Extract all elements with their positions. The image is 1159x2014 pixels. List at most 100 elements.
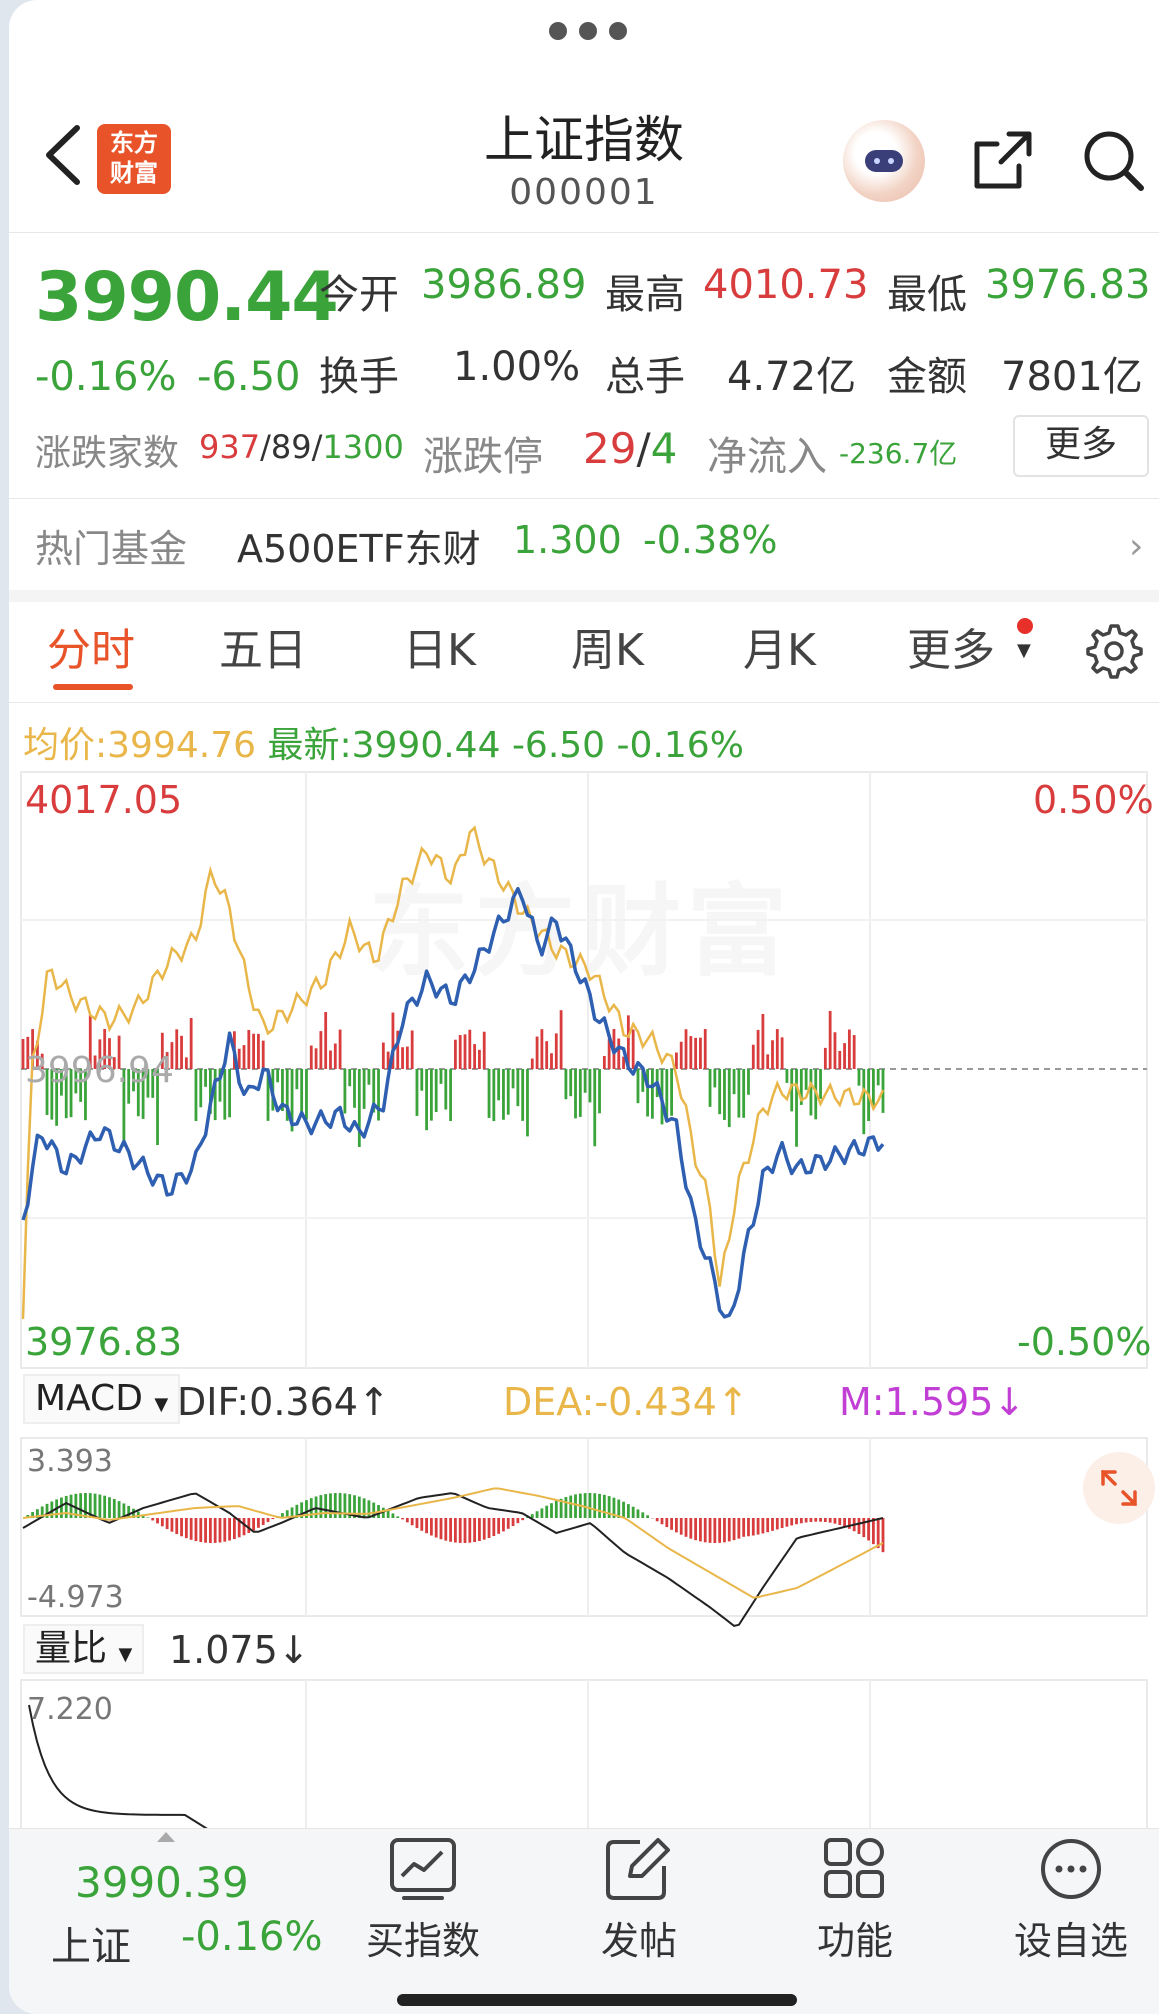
macd-bar — [401, 1518, 404, 1520]
breadth-flat: 89 — [270, 428, 312, 466]
macd-bar — [228, 1518, 231, 1541]
slash: / — [636, 424, 651, 473]
volume-bar — [583, 1069, 587, 1093]
volume-bar — [809, 1069, 813, 1116]
macd-histogram — [26, 1493, 885, 1553]
volume-bar — [401, 1047, 404, 1069]
search-icon[interactable] — [1079, 126, 1147, 194]
price-line — [21, 886, 885, 1319]
functions-button[interactable]: 功能 — [785, 1836, 925, 1965]
volume-bar — [348, 1069, 352, 1087]
volume-bar — [775, 1029, 779, 1069]
price-axis-min: 3976.83 — [25, 1320, 183, 1364]
macd-bar — [588, 1493, 592, 1518]
macd-bar — [194, 1518, 198, 1542]
macd-bar — [838, 1518, 842, 1526]
macd-bar — [636, 1509, 640, 1518]
volume-bar — [521, 1069, 525, 1121]
m-value: M:1.595↓ — [839, 1380, 1026, 1424]
macd-bar — [684, 1518, 688, 1537]
tab-more[interactable]: 更多 — [907, 614, 995, 678]
avg-price-row: 均价:3994.76 最新:3990.44 -6.50 -0.16% — [23, 716, 744, 768]
macd-bar — [655, 1518, 659, 1522]
macd-bar — [468, 1518, 472, 1543]
more-dots-icon[interactable] — [549, 22, 627, 40]
volume-bar — [199, 1069, 203, 1108]
volume-bar — [617, 1038, 621, 1069]
macd-bar — [439, 1518, 443, 1540]
ticker-price: 3990.39 — [75, 1858, 249, 1907]
gear-icon[interactable] — [1083, 620, 1143, 680]
macd-bar — [771, 1518, 774, 1531]
expand-up-icon[interactable] — [157, 1832, 175, 1842]
volume-bar — [699, 1037, 702, 1069]
macd-bar — [420, 1518, 424, 1531]
hot-fund-label: 热门基金 — [35, 527, 188, 571]
volume-bar — [362, 1069, 366, 1109]
tab-daily-k[interactable]: 日K — [403, 614, 476, 678]
tab-weekly-k[interactable]: 周K — [571, 614, 644, 678]
macd-bar — [535, 1511, 539, 1518]
macd-bar — [362, 1498, 366, 1518]
macd-bar — [828, 1518, 832, 1523]
volume-bar — [526, 1069, 529, 1137]
fund-price: 1.300 — [513, 518, 622, 562]
dif-value: DIF:0.364↑ — [177, 1380, 390, 1424]
volume-bar — [747, 1069, 750, 1095]
volume-bar — [242, 1045, 246, 1069]
macd-bar — [540, 1508, 544, 1518]
share-icon[interactable] — [969, 128, 1035, 194]
volume-bar — [636, 1069, 640, 1104]
macd-bar — [833, 1518, 837, 1524]
ticker-pct: -0.16% — [181, 1914, 323, 1960]
macd-bar — [545, 1505, 549, 1518]
volume-bar — [516, 1069, 520, 1107]
app-screen: 东方 财富 上证指数 000001 3990.44 -0.16% -6.50 今… — [9, 0, 1159, 2014]
volume-bar — [309, 1045, 313, 1069]
macd-bar — [242, 1518, 246, 1536]
volume-bar — [694, 1037, 698, 1069]
tab-monthly-k[interactable]: 月K — [743, 614, 816, 678]
macd-bar — [146, 1517, 150, 1518]
macd-bar — [324, 1494, 328, 1518]
macd-bar — [189, 1518, 193, 1540]
macd-bar — [252, 1518, 256, 1531]
volume-bar — [804, 1069, 808, 1090]
macd-bar — [444, 1518, 448, 1541]
post-button[interactable]: 发帖 — [569, 1836, 709, 1965]
macd-bar — [396, 1516, 400, 1518]
expand-icon[interactable] — [1083, 1452, 1155, 1524]
volume-ratio-selector[interactable]: 量比 ▼ — [23, 1624, 145, 1674]
volume-bar — [381, 1042, 385, 1069]
macd-selector[interactable]: MACD ▼ — [23, 1374, 181, 1424]
macd-bar — [670, 1518, 674, 1530]
volume-bar — [184, 1057, 188, 1069]
volume-bar — [329, 1050, 332, 1069]
more-icon — [1041, 1839, 1101, 1899]
macd-bar — [809, 1518, 813, 1522]
add-watchlist-button[interactable]: 设自选 — [1001, 1836, 1141, 1965]
macd-bar — [165, 1518, 169, 1530]
volume-bar — [338, 1029, 342, 1069]
volume-bar — [819, 1069, 822, 1099]
more-button[interactable]: 更多 — [1013, 415, 1149, 477]
tab-intraday[interactable]: 分时 — [47, 614, 135, 678]
notification-dot — [1017, 618, 1033, 634]
volume-bar — [189, 1017, 193, 1069]
macd-axis-max: 3.393 — [27, 1444, 113, 1479]
macd-bar — [665, 1518, 669, 1528]
assistant-robot-icon[interactable] — [843, 120, 925, 202]
volume-bar — [703, 1029, 707, 1069]
tab-five-day[interactable]: 五日 — [219, 614, 307, 678]
volume-bar — [550, 1053, 553, 1069]
volume-value: 4.72亿 — [727, 354, 857, 400]
volume-bar — [420, 1069, 424, 1091]
volume-bar — [756, 1029, 760, 1069]
edit-icon — [606, 1838, 670, 1900]
macd-bar — [151, 1518, 155, 1521]
chart-trend-icon — [390, 1838, 456, 1900]
macd-bar — [108, 1497, 111, 1518]
macd-bar — [516, 1518, 520, 1524]
buy-index-button[interactable]: 买指数 — [353, 1836, 493, 1965]
volume-bar — [324, 1012, 328, 1069]
